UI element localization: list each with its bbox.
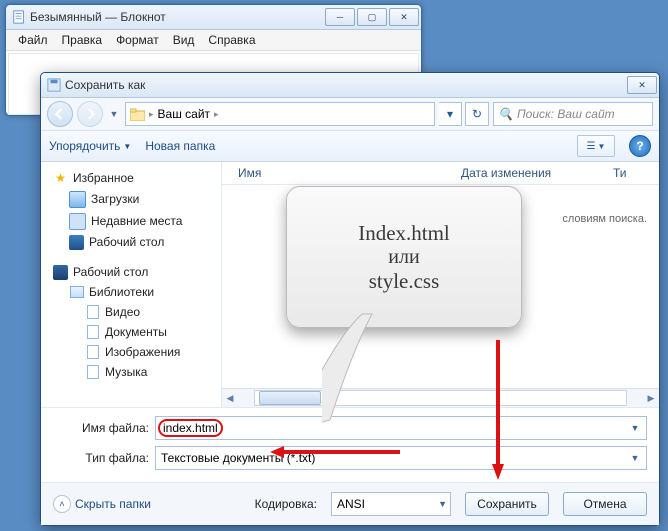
tree-downloads[interactable]: Загрузки: [45, 188, 217, 210]
chevron-down-icon[interactable]: ▼: [438, 499, 447, 509]
search-placeholder: Поиск: Ваш сайт: [517, 107, 615, 121]
help-button[interactable]: ?: [629, 135, 651, 157]
col-name[interactable]: Имя: [232, 166, 455, 180]
tree-favorites[interactable]: ★Избранное: [45, 168, 217, 188]
tree-videos[interactable]: Видео: [45, 302, 217, 322]
button-row: ˄ Скрыть папки Кодировка: ANSI ▼ Сохрани…: [41, 482, 659, 525]
menu-file[interactable]: Файл: [12, 31, 54, 49]
callout-line2: или: [388, 246, 419, 269]
star-icon: ★: [53, 171, 68, 186]
chevron-down-icon[interactable]: ▼: [627, 420, 643, 436]
list-header: Имя Дата изменения Ти: [222, 162, 659, 185]
refresh-button[interactable]: ↻: [465, 102, 489, 126]
filename-input[interactable]: index.html ▼: [155, 416, 647, 440]
cancel-button[interactable]: Отмена: [563, 492, 647, 516]
dialog-title: Сохранить как: [65, 78, 627, 92]
search-icon: 🔍: [498, 107, 513, 121]
libraries-icon: [69, 285, 84, 300]
pictures-icon: [85, 345, 100, 360]
notepad-menubar: Файл Правка Формат Вид Справка: [6, 30, 421, 51]
tree-desktop[interactable]: Рабочий стол: [45, 232, 217, 252]
filename-value: index.html: [158, 419, 223, 437]
encoding-select[interactable]: ANSI ▼: [331, 492, 451, 516]
col-date[interactable]: Дата изменения: [455, 166, 607, 180]
hide-folders-link[interactable]: ˄ Скрыть папки: [53, 495, 151, 513]
filetype-value: Текстовые документы (*.txt): [161, 451, 315, 465]
horizontal-scrollbar[interactable]: ◀ ▶: [222, 388, 659, 407]
toolbar: Упорядочить▼ Новая папка ☰ ▼ ?: [41, 131, 659, 162]
back-button[interactable]: [47, 101, 73, 127]
filetype-select[interactable]: Текстовые документы (*.txt) ▼: [155, 446, 647, 470]
tree-pictures[interactable]: Изображения: [45, 342, 217, 362]
encoding-label: Кодировка:: [255, 497, 317, 511]
dialog-close-button[interactable]: ✕: [627, 76, 657, 94]
tree-recent[interactable]: Недавние места: [45, 210, 217, 232]
desktop-icon: [69, 235, 84, 250]
col-type[interactable]: Ти: [607, 166, 659, 180]
empty-message: словиям поиска.: [562, 213, 647, 225]
filetype-label: Тип файла:: [53, 451, 155, 465]
save-button[interactable]: Сохранить: [465, 492, 549, 516]
dialog-titlebar[interactable]: Сохранить как ✕: [41, 73, 659, 98]
callout-bubble: Index.html или style.css: [286, 186, 522, 328]
forward-button[interactable]: [77, 101, 103, 127]
tree-libraries[interactable]: Библиотеки: [45, 282, 217, 302]
encoding-value: ANSI: [337, 497, 365, 511]
tree-documents[interactable]: Документы: [45, 322, 217, 342]
folder-icon: [130, 108, 145, 121]
close-button[interactable]: ✕: [389, 8, 419, 26]
filename-label: Имя файла:: [53, 421, 155, 435]
minimize-button[interactable]: ─: [325, 8, 355, 26]
menu-edit[interactable]: Правка: [56, 31, 109, 49]
nav-row: ▼ ▸ Ваш сайт ▸ ▾ ↻ 🔍 Поиск: Ваш сайт: [41, 98, 659, 131]
address-dropdown[interactable]: ▾: [439, 102, 462, 126]
chevron-down-icon[interactable]: ▼: [627, 450, 643, 466]
breadcrumb-folder[interactable]: Ваш сайт: [158, 107, 211, 121]
maximize-button[interactable]: ▢: [357, 8, 387, 26]
menu-help[interactable]: Справка: [202, 31, 261, 49]
menu-view[interactable]: Вид: [167, 31, 201, 49]
chevron-up-icon: ˄: [53, 495, 71, 513]
scrollbar-thumb[interactable]: [259, 391, 321, 405]
tree-music[interactable]: Музыка: [45, 362, 217, 382]
notepad-titlebar[interactable]: Безымянный — Блокнот ─ ▢ ✕: [6, 5, 421, 30]
save-icon: [47, 78, 61, 92]
callout-line3: style.css: [369, 269, 440, 294]
music-icon: [85, 365, 100, 380]
recent-icon: [69, 213, 86, 230]
search-input[interactable]: 🔍 Поиск: Ваш сайт: [493, 102, 653, 126]
monitor-icon: [53, 265, 68, 280]
address-bar[interactable]: ▸ Ваш сайт ▸: [125, 102, 435, 126]
breadcrumb-sep2: ▸: [214, 109, 219, 120]
menu-format[interactable]: Формат: [110, 31, 165, 49]
video-icon: [85, 305, 100, 320]
downloads-icon: [69, 191, 86, 208]
callout-line1: Index.html: [358, 221, 450, 246]
nav-history-dropdown[interactable]: ▼: [107, 109, 121, 119]
notepad-title: Безымянный — Блокнот: [30, 10, 325, 24]
folder-tree: ★Избранное Загрузки Недавние места Рабоч…: [41, 162, 222, 407]
breadcrumb-sep: ▸: [149, 109, 154, 120]
notepad-icon: [12, 10, 26, 24]
view-button[interactable]: ☰ ▼: [577, 135, 615, 157]
documents-icon: [85, 325, 100, 340]
tree-desktop-root[interactable]: Рабочий стол: [45, 262, 217, 282]
new-folder-button[interactable]: Новая папка: [145, 139, 215, 153]
organize-button[interactable]: Упорядочить▼: [49, 139, 131, 153]
